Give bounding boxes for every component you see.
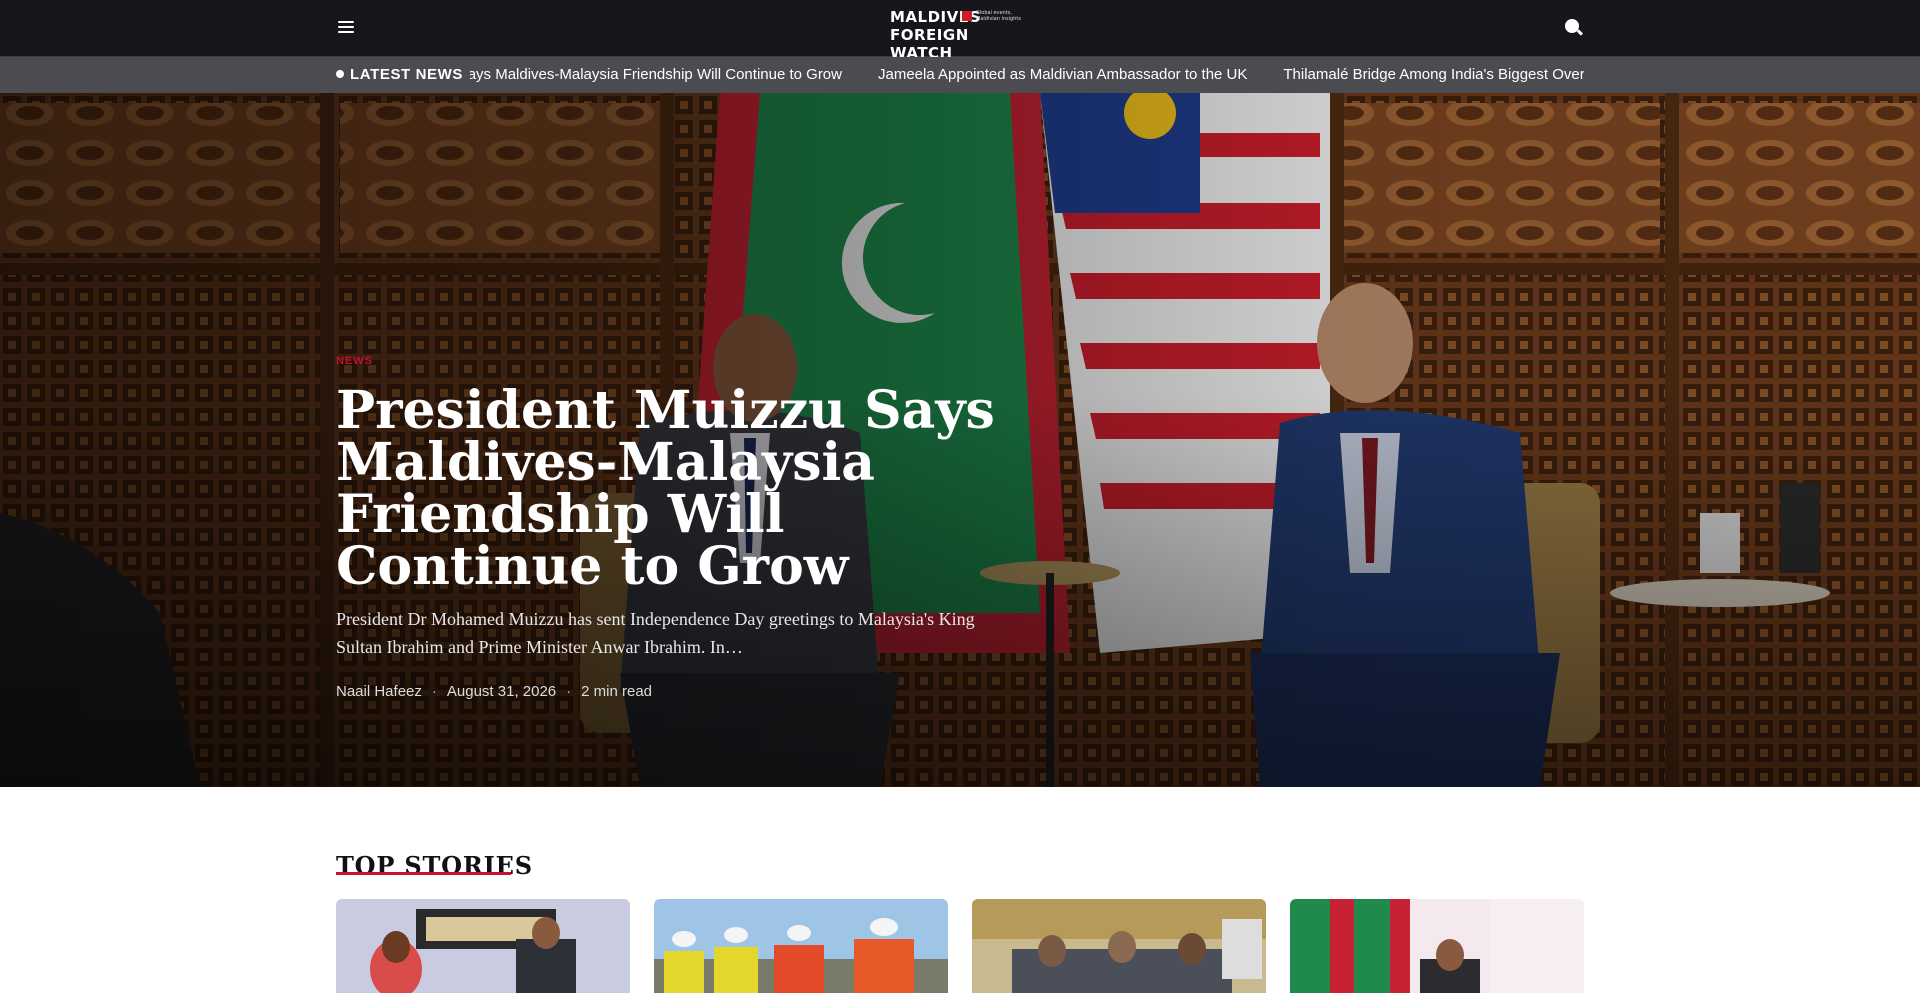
story-card[interactable]	[972, 899, 1266, 993]
hero-section[interactable]: NEWS President Muizzu Says Maldives-Mala…	[0, 93, 1920, 787]
ticker-item[interactable]: Jameela Appointed as Maldivian Ambassado…	[878, 57, 1247, 93]
ticker-item[interactable]: Thilamalé Bridge Among India's Biggest O…	[1283, 57, 1584, 93]
hero-headline[interactable]: President Muizzu Says Maldives-Malaysia …	[336, 385, 1036, 593]
search-icon[interactable]	[1564, 18, 1584, 38]
read-time: 2 min read	[581, 683, 653, 700]
latest-news-ticker: LATEST NEWS President Muizzu Says Maldiv…	[0, 57, 1920, 93]
story-thumbnail	[654, 899, 948, 993]
ticker-item[interactable]: President Muizzu Says Maldives-Malaysia …	[470, 57, 842, 93]
meta-separator: ·	[431, 683, 437, 700]
hero-content: NEWS President Muizzu Says Maldives-Mala…	[336, 355, 1036, 700]
hamburger-menu-icon[interactable]	[336, 18, 356, 38]
ticker-label-text: LATEST NEWS	[350, 66, 463, 83]
meta-separator: ·	[566, 683, 572, 700]
top-stories-underline	[336, 872, 511, 875]
hero-meta: Naail Hafeez · August 31, 2026 · 2 min read	[336, 683, 1036, 700]
story-thumbnail	[972, 899, 1266, 993]
ticker-track: President Muizzu Says Maldives-Malaysia …	[470, 57, 1584, 93]
live-dot-icon	[336, 70, 344, 78]
hero-category-tag[interactable]: NEWS	[336, 355, 1036, 367]
ticker-label: LATEST NEWS	[336, 57, 463, 93]
logo-tagline: Global events, Maldivian insights	[976, 10, 1021, 22]
hero-excerpt: President Dr Mohamed Muizzu has sent Ind…	[336, 609, 975, 657]
publish-date: August 31, 2026	[446, 683, 557, 700]
top-stories-heading: TOP STORIES	[336, 850, 533, 880]
story-thumbnail	[1290, 899, 1584, 993]
logo-flag-mark	[962, 11, 972, 21]
story-card[interactable]	[654, 899, 948, 993]
story-card[interactable]	[336, 899, 630, 993]
story-thumbnail	[336, 899, 630, 993]
author-name[interactable]: Naail Hafeez	[336, 683, 422, 700]
story-card[interactable]	[1290, 899, 1584, 993]
site-header: MALDIVES Global events, Maldivian insigh…	[0, 0, 1920, 62]
site-logo[interactable]: MALDIVES Global events, Maldivian insigh…	[890, 8, 1030, 62]
ticker-window: President Muizzu Says Maldives-Malaysia …	[470, 57, 1584, 93]
